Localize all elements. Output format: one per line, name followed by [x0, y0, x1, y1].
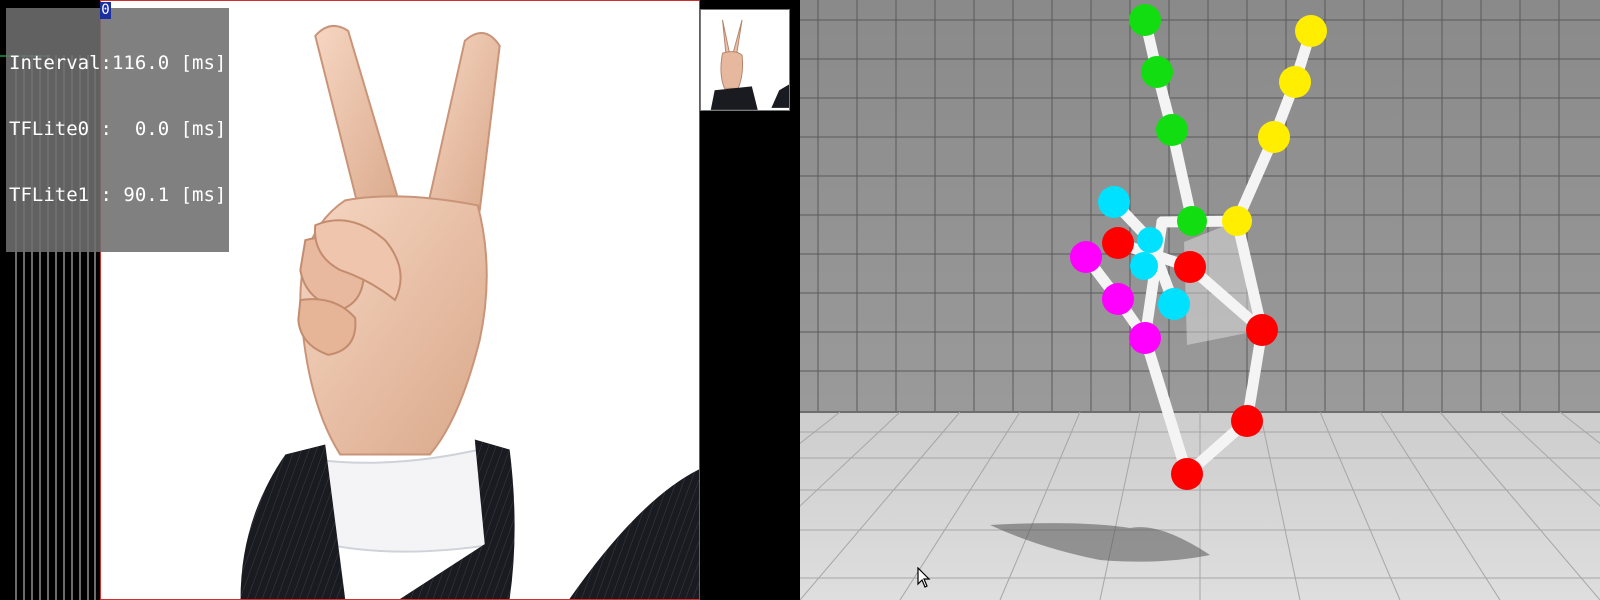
back-wall [800, 0, 1600, 412]
mouse-pointer-icon [917, 567, 931, 588]
tflite0-readout: TFLite0 : 0.0 [ms] [9, 118, 227, 140]
hand-thumbnail [700, 9, 790, 111]
3d-viewport[interactable] [800, 0, 1600, 600]
interval-readout: Interval:116.0 [ms] [9, 52, 227, 74]
tflite1-readout: TFLite1 : 90.1 [ms] [9, 184, 227, 206]
camera-pane: Interval:116.0 [ms] TFLite0 : 0.0 [ms] T… [0, 0, 800, 600]
hand-thumbnail-icon [701, 10, 789, 110]
roi-index-badge: 0 [100, 2, 111, 19]
3d-hand-scene [800, 0, 1600, 600]
performance-stats: Interval:116.0 [ms] TFLite0 : 0.0 [ms] T… [6, 8, 230, 252]
